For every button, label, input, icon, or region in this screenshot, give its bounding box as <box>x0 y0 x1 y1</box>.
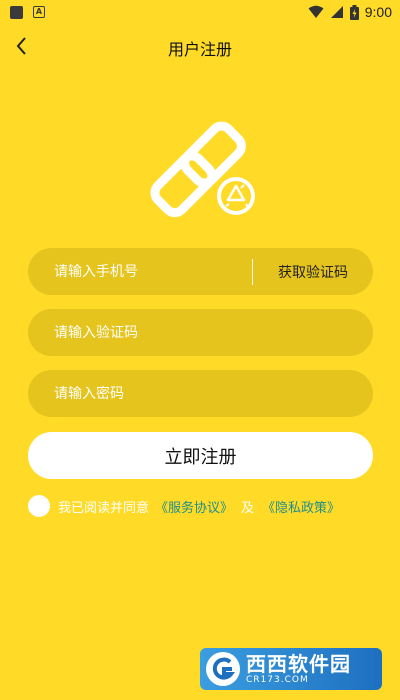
status-time: 9:00 <box>364 4 392 20</box>
status-bar: A 9:00 <box>0 0 400 24</box>
watermark-title: 西西软件园 <box>246 651 351 676</box>
app-bar: 用户注册 <box>0 28 400 64</box>
watermark-subtitle: CR173.COM <box>246 674 309 685</box>
service-agreement-link[interactable]: 《服务协议》 <box>155 497 233 516</box>
signal-icon <box>330 6 343 18</box>
agreement-row: 我已阅读并同意 《服务协议》 及 《隐私政策》 <box>28 494 378 518</box>
phone-input[interactable] <box>28 248 250 295</box>
chain-link-logo-icon <box>150 121 259 219</box>
phone-field-container: 获取验证码 <box>28 248 373 295</box>
notification-icon <box>10 5 23 19</box>
status-left: A <box>10 5 45 19</box>
code-field-container <box>28 309 373 356</box>
password-field-container <box>28 370 373 417</box>
and-text: 及 <box>241 500 255 516</box>
agree-radio[interactable] <box>28 495 50 517</box>
app-notification-icon: A <box>33 6 45 18</box>
status-right: 9:00 <box>308 4 392 20</box>
register-button[interactable]: 立即注册 <box>28 432 373 479</box>
agree-text: 我已阅读并同意 <box>58 500 150 516</box>
watermark-texts: 西西软件园 CR173.COM <box>246 654 351 685</box>
wifi-icon <box>308 5 324 18</box>
get-code-button[interactable]: 获取验证码 <box>253 262 373 282</box>
field-divider <box>252 258 253 285</box>
privacy-policy-link[interactable]: 《隐私政策》 <box>262 497 340 516</box>
code-input[interactable] <box>28 309 373 356</box>
battery-icon <box>349 4 359 20</box>
page-title: 用户注册 <box>167 40 232 59</box>
watermark-logo-icon <box>206 652 240 686</box>
password-input[interactable] <box>28 370 373 417</box>
watermark: 西西软件园 CR173.COM <box>200 648 382 690</box>
